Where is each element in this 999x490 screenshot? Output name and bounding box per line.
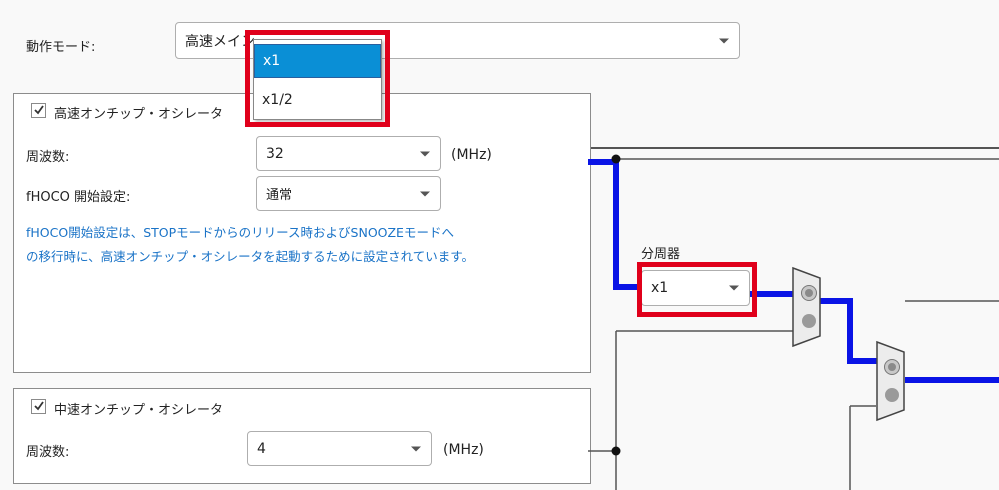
divider-select-value: x1 (651, 280, 669, 296)
divider-select[interactable]: x1 (641, 270, 750, 306)
checkmark-icon (34, 401, 44, 411)
checkmark-icon (34, 105, 44, 115)
mode-select-value: 高速メイン (185, 33, 255, 50)
fhoco-start-value: 通常 (266, 188, 293, 203)
divider-options-popup: x1 x1/2 (253, 39, 382, 120)
mid-speed-oscillator-checkbox[interactable] (31, 399, 46, 414)
multiplexer-2 (876, 340, 905, 422)
hs-frequency-value: 32 (266, 145, 284, 162)
hs-frequency-unit: (MHz) (451, 147, 492, 163)
chevron-down-icon (420, 151, 430, 156)
divider-label: 分周器 (641, 247, 681, 262)
high-speed-oscillator-title: 高速オンチップ・オシレータ (54, 107, 224, 122)
clock-tree-diagram (588, 154, 999, 490)
option-x1-2[interactable]: x1/2 (254, 83, 381, 117)
chevron-down-icon (411, 446, 421, 451)
hs-frequency-select[interactable]: 32 (256, 136, 441, 171)
fhoco-note-line-2: の移行時に、高速オンチップ・オシレータを起動するために設定されています。 (26, 249, 475, 264)
fhoco-start-select[interactable]: 通常 (256, 176, 441, 211)
fhoco-start-label: fHOCO 開始設定: (26, 190, 131, 205)
mid-speed-oscillator-title: 中速オンチップ・オシレータ (54, 403, 224, 418)
multiplexer-1 (792, 266, 821, 348)
high-speed-oscillator-checkbox[interactable] (31, 103, 46, 118)
option-x1[interactable]: x1 (254, 44, 381, 78)
chevron-down-icon (729, 285, 739, 291)
ms-frequency-unit: (MHz) (443, 442, 484, 458)
chevron-down-icon (719, 38, 729, 43)
chevron-down-icon (420, 191, 430, 196)
ms-frequency-label: 周波数: (26, 445, 70, 460)
ms-frequency-select[interactable]: 4 (247, 431, 432, 466)
wire-top (591, 147, 999, 149)
mode-label: 動作モード: (26, 40, 96, 55)
hs-frequency-label: 周波数: (26, 150, 70, 165)
fhoco-note-line-1: fHOCO開始設定は、STOPモードからのリリース時およびSNOOZEモードへ (26, 225, 454, 240)
ms-frequency-value: 4 (257, 440, 266, 457)
